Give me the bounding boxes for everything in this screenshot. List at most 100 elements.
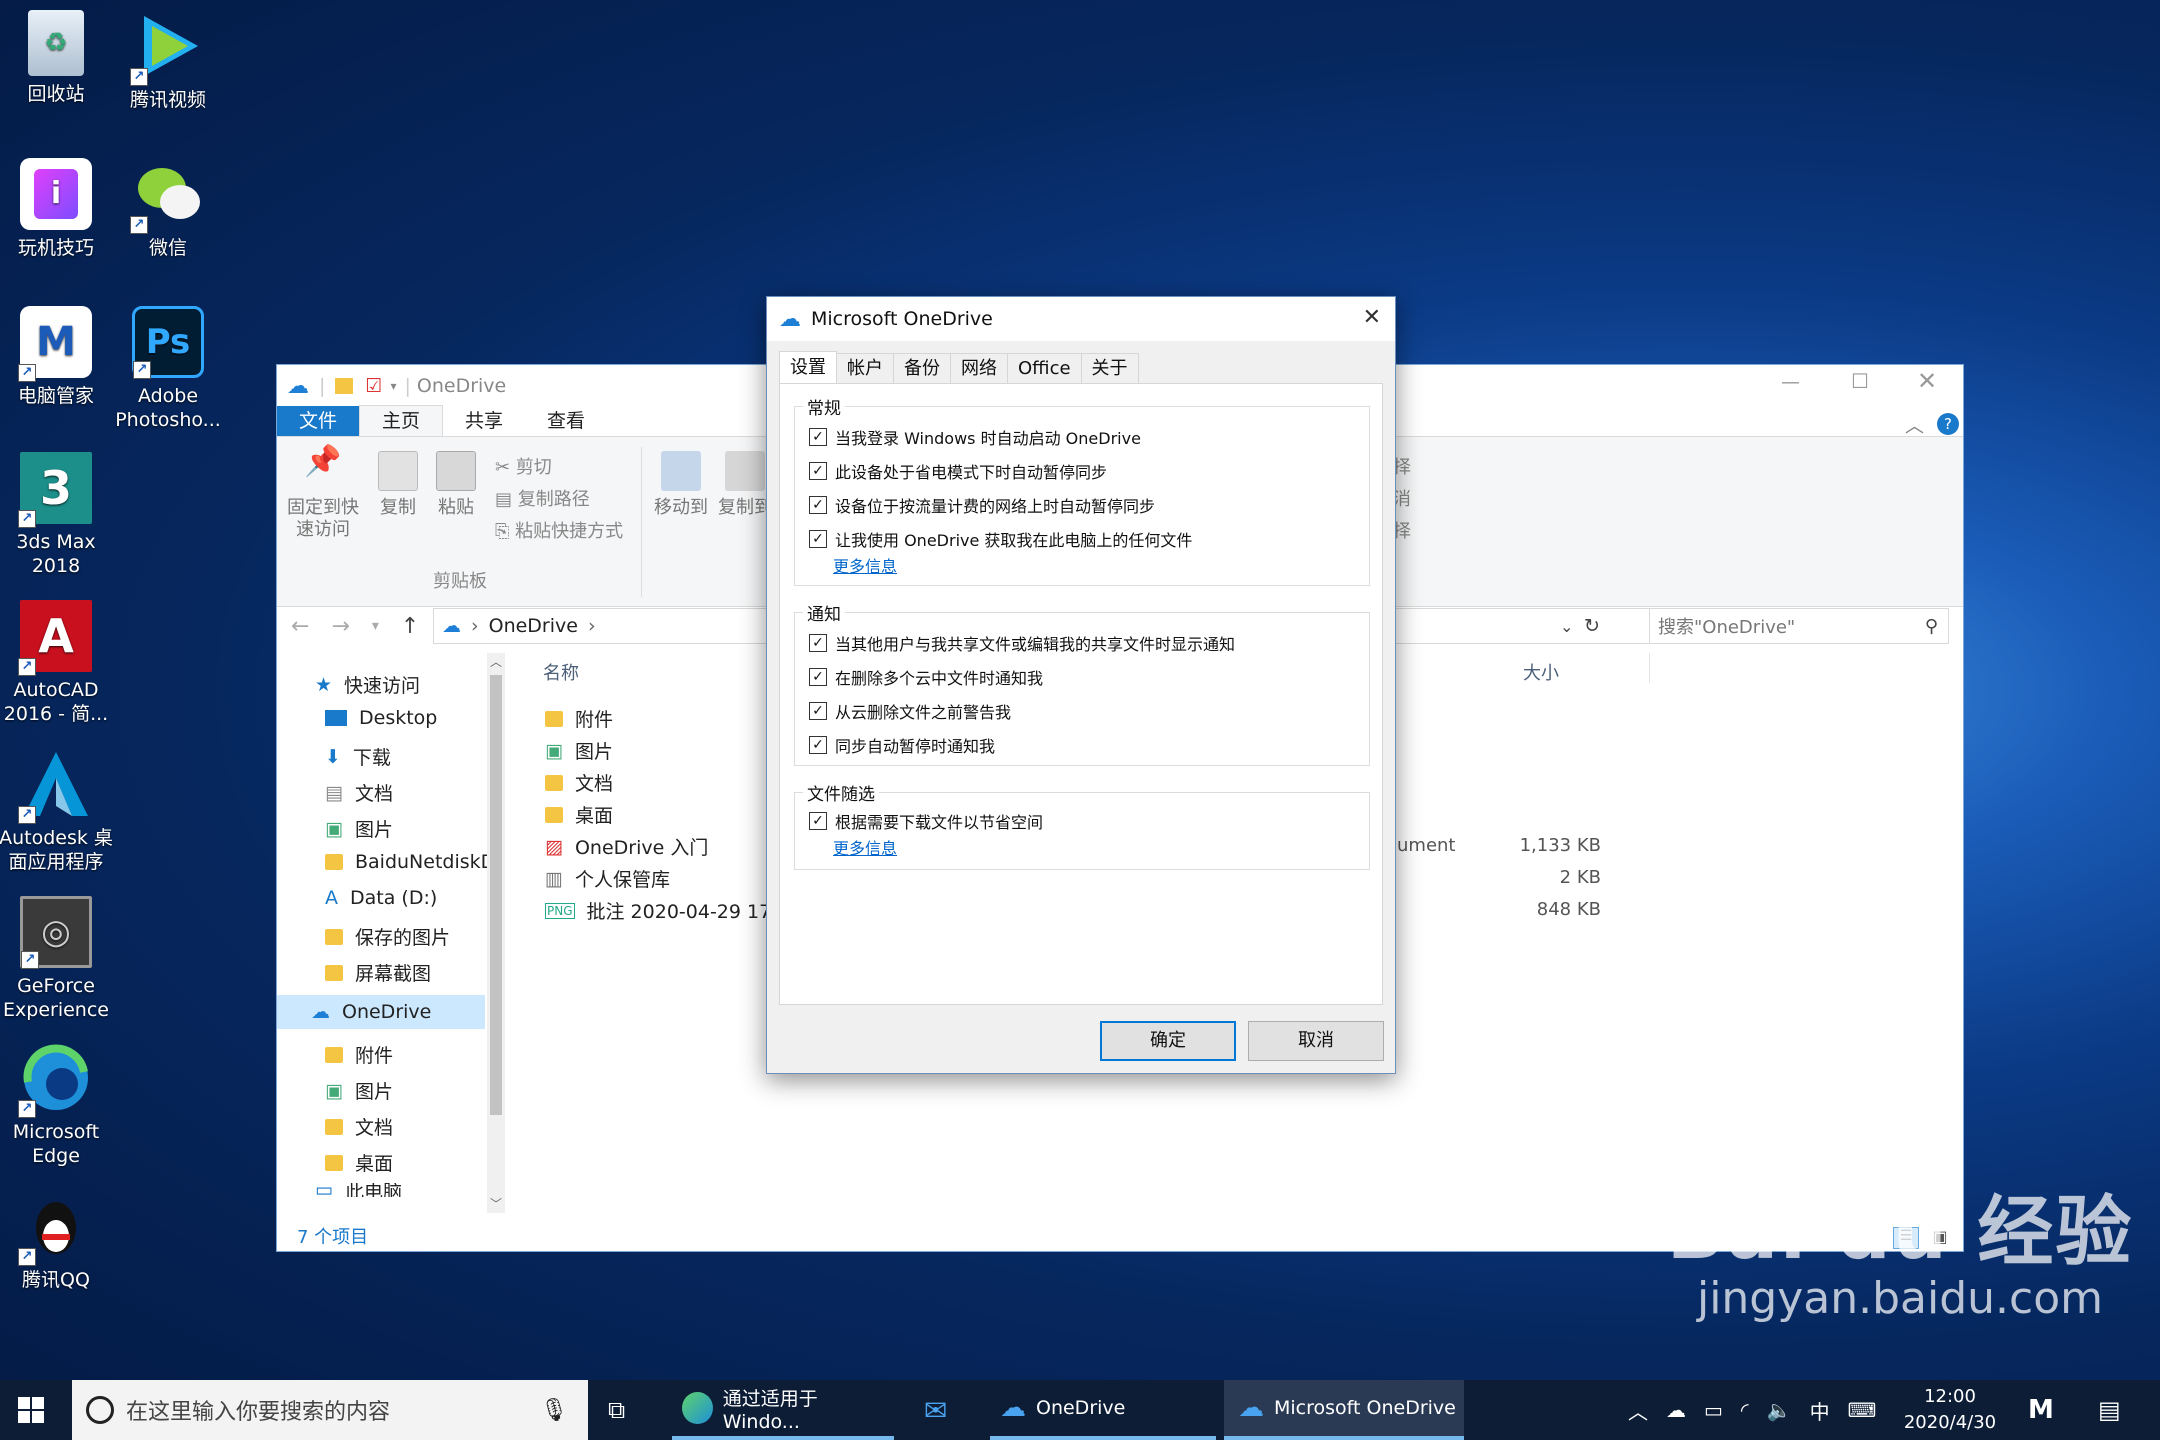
nav-item[interactable]: 文档 (325, 1113, 393, 1140)
checkbox-pause-notify[interactable]: ✓ 同步自动暂停时通知我 (809, 733, 995, 757)
desktop-icon-recycle-bin[interactable]: ♻ 回收站 (0, 10, 116, 106)
scrollbar-thumb[interactable] (490, 675, 502, 1115)
desktop-icon-qq[interactable]: ↗ 腾讯QQ (0, 1190, 116, 1292)
list-item[interactable]: ▨ OneDrive 入门 (545, 833, 708, 860)
folder-icon[interactable] (335, 378, 354, 394)
taskbar-app-onedrive-settings[interactable]: ☁ Microsoft OneDrive (1224, 1380, 1464, 1440)
tab-file[interactable]: 文件 (277, 406, 360, 436)
nav-item[interactable]: ⬇ 下载 (325, 743, 391, 770)
tab-home[interactable]: 主页 (359, 405, 444, 436)
nav-item[interactable]: A Data (D:) (325, 887, 437, 909)
refresh-icon[interactable]: ↻ (1584, 615, 1600, 637)
tab-share[interactable]: 共享 (443, 406, 525, 436)
desktop-icon-tips[interactable]: i 玩机技巧 (0, 158, 116, 260)
nav-item[interactable]: 桌面 (325, 1149, 393, 1176)
show-hidden-icons-icon[interactable]: ︿ (1628, 1396, 1648, 1425)
nav-item[interactable]: ▣ 图片 (325, 815, 393, 842)
more-info-link[interactable]: 更多信息 (833, 835, 897, 859)
tab-backup[interactable]: 备份 (893, 353, 951, 383)
back-icon[interactable]: ← (291, 614, 309, 639)
checkbox-checked-icon[interactable]: ✓ (809, 668, 827, 686)
list-item[interactable]: 附件 (545, 705, 613, 732)
checkbox-checked-icon[interactable]: ✓ (809, 530, 827, 548)
checkbox-battery-saver[interactable]: ✓ 此设备处于省电模式下时自动暂停同步 (809, 459, 1107, 483)
taskbar-search-box[interactable]: 在这里输入你要搜索的内容 🎙 (72, 1380, 588, 1440)
dialog-close-button[interactable]: ✕ (1363, 305, 1381, 330)
nav-item-this-pc[interactable]: ▭ 此电脑 (315, 1183, 402, 1197)
column-header-name[interactable]: 名称 (543, 659, 579, 685)
copy-button[interactable]: 复制 (373, 451, 423, 519)
desktop-icon-edge[interactable]: ↗ Microsoft Edge (0, 1042, 116, 1168)
tab-account[interactable]: 帐户 (836, 353, 894, 383)
close-button[interactable]: ✕ (1917, 367, 1937, 395)
help-icon[interactable]: ? (1937, 413, 1959, 435)
checkbox-checked-icon[interactable]: ✓ (809, 634, 827, 652)
nav-scrollbar[interactable]: ︿ ﹀ (487, 653, 505, 1213)
list-item[interactable]: 文档 (545, 769, 613, 796)
copy-path-button[interactable]: ▤ 复制路径 (495, 485, 590, 511)
onedrive-settings-dialog[interactable]: ☁ Microsoft OneDrive ✕ 设置 帐户 备份 网络 Offic… (766, 296, 1396, 1074)
taskbar-app-edge[interactable]: 通过适用于 Windo... (672, 1380, 894, 1440)
up-icon[interactable]: ↑ (401, 614, 419, 639)
checkbox-delete-warn[interactable]: ✓ 从云删除文件之前警告我 (809, 699, 1011, 723)
paste-shortcut-button[interactable]: ⎘ 粘贴快捷方式 (495, 517, 623, 543)
wifi-icon[interactable]: ◜ (1741, 1398, 1749, 1422)
pin-quick-access-button[interactable]: 📌 固定到快速访问 (285, 447, 361, 541)
checkbox-auto-start[interactable]: ✓ 当我登录 Windows 时自动启动 OneDrive (809, 425, 1141, 449)
task-view-button[interactable]: ⧉ (608, 1380, 625, 1440)
minimize-button[interactable]: — (1781, 371, 1800, 393)
ime-indicator[interactable]: 中 (1810, 1396, 1830, 1425)
battery-icon[interactable]: ▭ (1704, 1398, 1723, 1422)
checkbox-checked-icon[interactable]: ✓ (809, 702, 827, 720)
more-info-link[interactable]: 更多信息 (833, 553, 897, 577)
collapse-ribbon-icon[interactable]: ︿ (1905, 411, 1924, 438)
desktop-icon-pc-manager[interactable]: M ↗ 电脑管家 (0, 306, 116, 408)
maximize-button[interactable]: ☐ (1851, 369, 1869, 393)
list-item[interactable]: ▣ 图片 (545, 737, 613, 764)
checkbox-files-on-demand[interactable]: ✓ 根据需要下载文件以节省空间 (809, 809, 1043, 833)
nav-item[interactable]: 屏幕截图 (325, 959, 431, 986)
nav-item[interactable]: 附件 (325, 1041, 393, 1068)
nav-quick-access[interactable]: ★ 快速访问 (315, 671, 420, 698)
properties-icon[interactable]: ☑ (365, 375, 382, 397)
taskbar-app-onedrive-explorer[interactable]: ☁ OneDrive (990, 1380, 1216, 1440)
tab-view[interactable]: 查看 (525, 406, 607, 436)
volume-icon[interactable]: 🔈 (1767, 1398, 1792, 1422)
list-item[interactable]: ▥ 个人保管库 (545, 865, 670, 892)
checkbox-checked-icon[interactable]: ✓ (809, 812, 827, 830)
desktop-icon-photoshop[interactable]: Ps ↗ Adobe Photosho... (108, 306, 228, 432)
action-center-button[interactable]: ▤ (2098, 1380, 2121, 1440)
pc-manager-tray-button[interactable]: M (2028, 1380, 2054, 1440)
desktop-icon-autodesk[interactable]: ↗ Autodesk 桌面应用程序 (0, 748, 116, 874)
nav-item[interactable]: Desktop (325, 707, 437, 729)
checkbox-fetch-files[interactable]: ✓ 让我使用 OneDrive 获取我在此电脑上的任何文件 (809, 527, 1192, 551)
tab-settings[interactable]: 设置 (779, 351, 837, 383)
address-dropdown-icon[interactable]: ⌄ (1560, 617, 1573, 636)
checkbox-metered-network[interactable]: ✓ 设备位于按流量计费的网络上时自动暂停同步 (809, 493, 1155, 517)
nav-item[interactable]: ▤ 文档 (325, 779, 393, 806)
cancel-button[interactable]: 取消 (1248, 1021, 1384, 1061)
recent-dropdown-icon[interactable]: ▾ (372, 618, 379, 634)
desktop-icon-3dsmax[interactable]: 3 ↗ 3ds Max 2018 (0, 452, 116, 578)
keyboard-icon[interactable]: ⌨ (1848, 1398, 1877, 1422)
clock[interactable]: 12:00 2020/4/30 (1890, 1384, 2010, 1436)
desktop-icon-geforce[interactable]: ◎ ↗ GeForce Experience (0, 896, 116, 1022)
checkbox-checked-icon[interactable]: ✓ (809, 736, 827, 754)
move-to-button[interactable]: 移动到 (651, 451, 711, 519)
checkbox-checked-icon[interactable]: ✓ (809, 428, 827, 446)
tab-network[interactable]: 网络 (950, 353, 1008, 383)
tab-about[interactable]: 关于 (1080, 353, 1139, 383)
scroll-up-icon[interactable]: ︿ (487, 653, 505, 671)
list-item[interactable]: PNG 批注 2020-04-29 1714 (545, 897, 795, 924)
ok-button[interactable]: 确定 (1100, 1021, 1236, 1061)
checkbox-share-notify[interactable]: ✓ 当其他用户与我共享文件或编辑我的共享文件时显示通知 (809, 631, 1235, 655)
microphone-icon[interactable]: 🎙 (540, 1398, 568, 1423)
nav-item[interactable]: ▣ 图片 (325, 1077, 393, 1104)
search-box[interactable]: 搜索"OneDrive" ⚲ (1649, 608, 1949, 644)
wechat-tray-icon[interactable]: ☁ (1666, 1398, 1686, 1422)
checkbox-checked-icon[interactable]: ✓ (809, 496, 827, 514)
nav-onedrive[interactable]: ☁ OneDrive (277, 995, 485, 1029)
cut-button[interactable]: ✂ 剪切 (495, 453, 552, 479)
tab-office[interactable]: Office (1007, 353, 1082, 383)
forward-icon[interactable]: → (331, 614, 349, 639)
